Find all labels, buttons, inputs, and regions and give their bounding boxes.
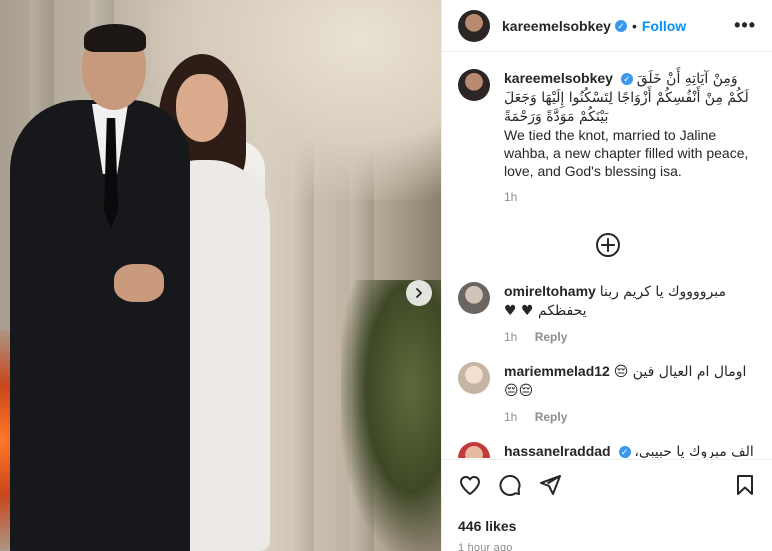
- bride-face: [176, 74, 228, 142]
- comment-username[interactable]: mariemmelad12: [504, 363, 610, 379]
- like-count[interactable]: 446 likes: [458, 518, 757, 534]
- comment-item: mariemmelad12 اومال ام العيال فين 😔😔😔 1h…: [458, 362, 757, 424]
- header-user: kareemelsobkey ✓ • Follow: [502, 18, 686, 34]
- avatar[interactable]: [458, 69, 490, 101]
- post-header: kareemelsobkey ✓ • Follow •••: [442, 0, 772, 52]
- share-icon[interactable]: [538, 473, 562, 497]
- post-photo[interactable]: [0, 0, 441, 551]
- verified-icon: ✓: [614, 19, 627, 32]
- comment-item: omireltohamy مبرووووك يا كريم ربنا يحفظك…: [458, 282, 757, 344]
- chevron-right-icon: [416, 288, 422, 298]
- caption: kareemelsobkey ✓ وَمِنْ آيَاتِهِ أَنْ خَ…: [458, 69, 757, 204]
- comment-icon[interactable]: [498, 473, 522, 497]
- post-sidebar: kareemelsobkey ✓ • Follow ••• kareemelso…: [441, 0, 772, 551]
- verified-icon: ✓: [620, 73, 633, 86]
- comment-time: 1h: [504, 410, 518, 424]
- caption-body: kareemelsobkey ✓ وَمِنْ آيَاتِهِ أَنْ خَ…: [504, 69, 757, 204]
- follow-button[interactable]: Follow: [642, 18, 686, 34]
- groom-suit: [10, 100, 190, 551]
- groom-hair: [84, 24, 146, 52]
- separator-dot: •: [631, 17, 637, 34]
- caption-text: We tied the knot, married to Jaline wahb…: [504, 127, 749, 179]
- held-hands: [114, 264, 164, 302]
- verified-icon: ✓: [618, 446, 631, 458]
- action-icons: [458, 472, 757, 498]
- post-username[interactable]: kareemelsobkey: [502, 18, 611, 34]
- add-circle-icon[interactable]: [595, 232, 621, 258]
- avatar[interactable]: [458, 9, 490, 42]
- heart-icon[interactable]: [458, 473, 482, 497]
- bookmark-icon[interactable]: [733, 473, 757, 497]
- post-actions: 446 likes 1 hour ago: [442, 459, 772, 551]
- carousel-next-button[interactable]: [406, 280, 432, 306]
- caption-time: 1h: [504, 190, 518, 204]
- comment-item: hassanelraddad ✓ الف مبروك يا حبيبي، ربن…: [458, 442, 757, 458]
- comment-time: 1h: [504, 330, 518, 344]
- caption-username[interactable]: kareemelsobkey: [504, 70, 613, 86]
- more-icon[interactable]: •••: [734, 15, 756, 36]
- avatar[interactable]: [458, 282, 490, 314]
- avatar[interactable]: [458, 442, 490, 458]
- reply-button[interactable]: Reply: [535, 330, 568, 344]
- post-time: 1 hour ago: [458, 542, 513, 551]
- comment-username[interactable]: hassanelraddad: [504, 443, 611, 458]
- plant: [341, 280, 441, 551]
- reply-button[interactable]: Reply: [535, 410, 568, 424]
- comments-scroll[interactable]: kareemelsobkey ✓ وَمِنْ آيَاتِهِ أَنْ خَ…: [442, 53, 772, 458]
- comment-username[interactable]: omireltohamy: [504, 283, 596, 299]
- avatar[interactable]: [458, 362, 490, 394]
